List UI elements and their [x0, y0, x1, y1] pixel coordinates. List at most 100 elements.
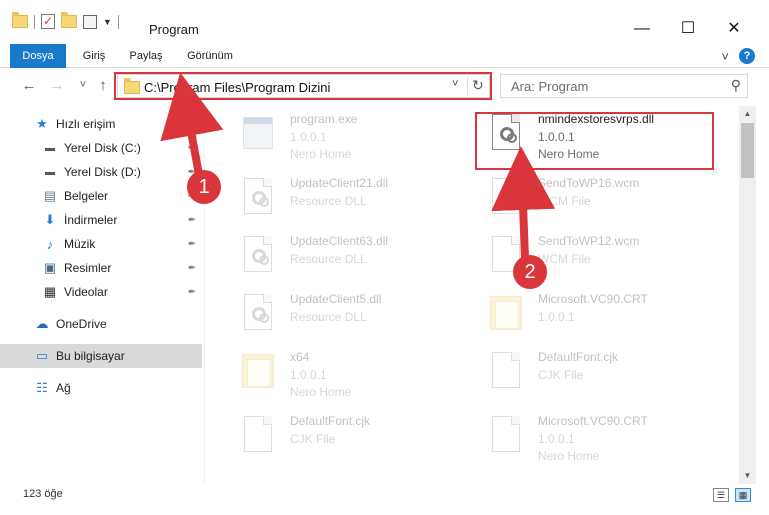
- video-icon: ▦: [43, 284, 57, 299]
- tab-share[interactable]: Paylaş: [124, 44, 168, 68]
- file-version: 1.0.0.1: [538, 432, 575, 446]
- file-company: Nero Home: [538, 449, 600, 463]
- file-tile[interactable]: UpdateClient5.dll Resource DLL: [220, 286, 460, 342]
- search-box[interactable]: ⚲: [500, 74, 748, 98]
- file-tile[interactable]: x64 1.0.0.1 Nero Home: [220, 344, 460, 400]
- pin-icon[interactable]: ✒: [188, 215, 196, 226]
- status-bar: 123 öğe ☰ ▦: [0, 484, 769, 515]
- documents-icon: ▤: [43, 188, 57, 203]
- file-name: x64: [290, 350, 310, 364]
- sidebar-item-label: Yerel Disk (C:): [64, 141, 141, 155]
- sidebar-item-label: İndirmeler: [64, 213, 118, 227]
- file-tile[interactable]: DefaultFont.cjk CJK File: [468, 344, 708, 400]
- sidebar-item-network[interactable]: ☷ Ağ: [0, 376, 202, 400]
- pin-icon[interactable]: ✒: [188, 263, 196, 274]
- file-tile[interactable]: SendToWP16.wcm WCM File: [468, 170, 708, 226]
- download-icon: ⬇: [44, 212, 56, 227]
- file-tile[interactable]: DefaultFont.cjk CJK File: [220, 408, 460, 464]
- file-type: Resource DLL: [290, 252, 367, 266]
- file-type: WCM File: [538, 252, 591, 266]
- properties-check-icon[interactable]: ✓: [41, 14, 55, 29]
- details-view-icon[interactable]: ☰: [713, 488, 729, 502]
- sidebar-item-music[interactable]: ♪ Müzik ✒: [0, 232, 202, 256]
- help-icon[interactable]: ?: [739, 48, 755, 64]
- file-version: 1.0.0.1: [290, 130, 327, 144]
- file-tile[interactable]: UpdateClient21.dll Resource DLL: [220, 170, 460, 226]
- file-name: SendToWP12.wcm: [538, 234, 640, 248]
- sidebar-item-pictures[interactable]: ▣ Resimler ✒: [0, 256, 202, 280]
- pin-icon[interactable]: ✒: [188, 143, 196, 154]
- file-name: SendToWP16.wcm: [538, 176, 640, 190]
- tab-file[interactable]: Dosya: [10, 44, 66, 68]
- search-icon[interactable]: ⚲: [731, 77, 741, 94]
- file-type: Resource DLL: [290, 194, 367, 208]
- properties-icon[interactable]: [83, 14, 97, 29]
- sidebar-item-label: Müzik: [64, 237, 96, 251]
- dll-gear-icon: [240, 294, 276, 334]
- tiles-view-icon[interactable]: ▦: [735, 488, 751, 502]
- file-tile[interactable]: Microsoft.VC90.CRT 1.0.0.1: [468, 286, 708, 342]
- sidebar-item-label: OneDrive: [56, 317, 107, 331]
- toolbar-separator: [34, 14, 35, 29]
- vertical-scrollbar[interactable]: ▲ ▼: [739, 106, 756, 484]
- navigation-bar: ← → ˅ ↑ C:\Program Files\Program Dizini …: [0, 69, 769, 105]
- file-type: CJK File: [290, 432, 336, 446]
- pin-icon[interactable]: ✒: [188, 287, 196, 298]
- computer-icon: ▭: [35, 348, 49, 363]
- sidebar-item-label: Hızlı erişim: [56, 117, 116, 131]
- search-input[interactable]: [501, 75, 711, 97]
- sidebar-item-local-disk-d[interactable]: ▬ Yerel Disk (D:) ✒: [0, 160, 202, 184]
- sidebar-item-documents[interactable]: ▤ Belgeler ✒: [0, 184, 202, 208]
- sidebar-item-quick-access[interactable]: ★ Hızlı erişim: [0, 112, 202, 136]
- sidebar-item-this-pc[interactable]: ▭ Bu bilgisayar: [0, 344, 202, 368]
- callout-badge-2: 2: [513, 255, 547, 289]
- scroll-down-arrow-icon[interactable]: ▼: [739, 468, 756, 484]
- toolbar-separator: [117, 14, 119, 29]
- file-type: Resource DLL: [290, 310, 367, 324]
- folder-icon[interactable]: [12, 12, 28, 28]
- recent-locations-button[interactable]: ˅: [74, 79, 92, 91]
- address-highlight-box: [114, 72, 492, 100]
- file-tile[interactable]: SendToWP12.wcm WCM File: [468, 228, 708, 284]
- view-switcher: ☰ ▦: [713, 488, 751, 502]
- folder-file-icon: [240, 352, 276, 392]
- file-company: Nero Home: [290, 385, 352, 399]
- pane-divider[interactable]: [204, 106, 205, 484]
- new-folder-icon[interactable]: [61, 12, 77, 28]
- expand-ribbon-icon[interactable]: ˅: [721, 49, 729, 64]
- file-tile[interactable]: Microsoft.VC90.CRT 1.0.0.1 Nero Home: [468, 408, 708, 464]
- music-icon: ♪: [46, 236, 54, 252]
- minimize-button[interactable]: —: [619, 14, 665, 44]
- file-tile[interactable]: UpdateClient63.dll Resource DLL: [220, 228, 460, 284]
- ribbon-tabs: Dosya Giriş Paylaş Görünüm ˅ ?: [0, 44, 769, 68]
- close-button[interactable]: ✕: [711, 14, 757, 44]
- up-button[interactable]: ↑: [94, 77, 112, 94]
- scroll-thumb[interactable]: [741, 123, 754, 178]
- tab-home[interactable]: Giriş: [74, 44, 114, 68]
- sidebar-item-downloads[interactable]: ⬇ İndirmeler ✒: [0, 208, 202, 232]
- scroll-up-arrow-icon[interactable]: ▲: [739, 106, 756, 122]
- pin-icon[interactable]: ✒: [188, 239, 196, 250]
- file-version: 1.0.0.1: [538, 310, 575, 324]
- forward-button[interactable]: →: [48, 77, 66, 94]
- document-icon: [488, 416, 524, 456]
- sidebar-item-label: Videolar: [64, 285, 108, 299]
- star-icon: ★: [36, 116, 48, 131]
- sidebar-item-label: Belgeler: [64, 189, 109, 203]
- file-tile[interactable]: program.exe 1.0.0.1 Nero Home: [220, 106, 460, 162]
- customize-toolbar-dropdown-icon[interactable]: ▼: [103, 17, 112, 27]
- title-bar: ✓ ▼ Program — ☐ ✕: [0, 0, 769, 44]
- file-company: Nero Home: [290, 147, 352, 161]
- dll-gear-icon: [240, 178, 276, 218]
- folder-file-icon: [488, 294, 524, 334]
- callout-badge-1: 1: [187, 170, 221, 204]
- sidebar-item-local-disk-c[interactable]: ▬ Yerel Disk (C:) ✒: [0, 136, 202, 160]
- file-name: Microsoft.VC90.CRT: [538, 414, 648, 428]
- maximize-button[interactable]: ☐: [665, 14, 711, 44]
- back-button[interactable]: ←: [20, 77, 38, 94]
- drive-icon: ▬: [45, 142, 55, 154]
- sidebar-item-onedrive[interactable]: ☁ OneDrive: [0, 312, 202, 336]
- sidebar-item-videos[interactable]: ▦ Videolar ✒: [0, 280, 202, 304]
- file-name: program.exe: [290, 112, 358, 126]
- tab-view[interactable]: Görünüm: [180, 44, 240, 68]
